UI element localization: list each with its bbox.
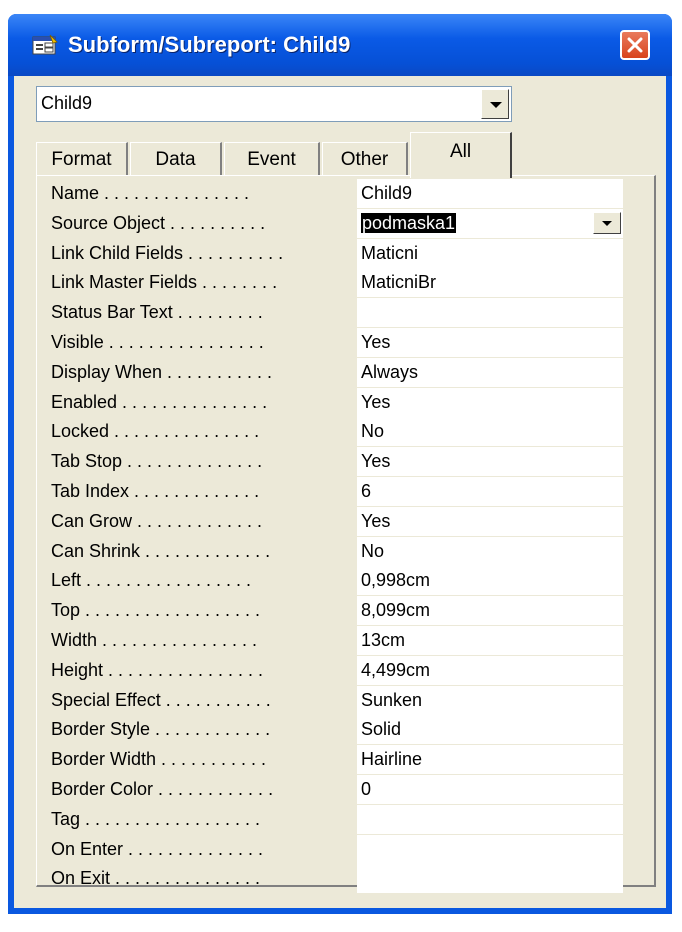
property-row: Width . . . . . . . . . . . . . . . . 13c… [37, 626, 637, 656]
property-row: Status Bar Text . . . . . . . . . [37, 298, 637, 328]
property-label: On Enter . . . . . . . . . . . . . . [51, 838, 264, 859]
property-row: Name . . . . . . . . . . . . . . . Child9 [37, 179, 637, 209]
property-label: Enabled . . . . . . . . . . . . . . . [51, 391, 268, 412]
property-value-field[interactable]: 0 [357, 775, 623, 804]
property-row: Border Width . . . . . . . . . . . Hairli… [37, 745, 637, 775]
property-value-text: podmaska1 [361, 212, 457, 233]
property-value-field[interactable]: 8,099cm [357, 596, 623, 626]
property-value-field[interactable]: podmaska1 [357, 208, 623, 238]
property-row: Left . . . . . . . . . . . . . . . . . 0,… [37, 566, 637, 596]
property-value-field[interactable] [357, 864, 623, 894]
object-selector-dropdown[interactable]: Child9 [36, 86, 512, 122]
tab-other[interactable]: Other [322, 142, 408, 176]
tab-other-label: Other [340, 149, 389, 170]
property-label: Width . . . . . . . . . . . . . . . . [51, 630, 258, 650]
property-row: Locked . . . . . . . . . . . . . . . No [37, 417, 637, 447]
property-row: Tag . . . . . . . . . . . . . . . . . . [37, 804, 637, 835]
property-label: Special Effect . . . . . . . . . . . [51, 689, 271, 710]
property-label: Left . . . . . . . . . . . . . . . . . [51, 570, 252, 591]
property-row: Special Effect . . . . . . . . . . . Sunk… [37, 685, 637, 716]
property-row: Display When . . . . . . . . . . . Always [37, 357, 637, 388]
property-value-field[interactable] [357, 834, 623, 864]
property-label: Link Master Fields . . . . . . . . [51, 272, 278, 293]
property-label: Visible . . . . . . . . . . . . . . . . [51, 332, 264, 352]
tab-event[interactable]: Event [224, 142, 320, 176]
tab-format-label: Format [51, 149, 112, 170]
dialog-body: Child9 Format Data Event Other All Name … [14, 76, 666, 908]
property-label: Display When . . . . . . . . . . . [51, 361, 273, 382]
property-value-field[interactable]: Yes [357, 506, 623, 536]
property-sheet: Name . . . . . . . . . . . . . . . Child9… [36, 175, 656, 894]
property-row: Border Color . . . . . . . . . . . . 0 [37, 775, 637, 805]
property-value-field[interactable]: Yes [357, 447, 623, 477]
property-label: On Exit . . . . . . . . . . . . . . . [51, 868, 261, 889]
form-properties-icon [32, 34, 58, 56]
property-label: Source Object . . . . . . . . . . [51, 212, 266, 233]
properties-window: Subform/Subreport: Child9 Child9 Format … [8, 14, 672, 914]
property-value-field[interactable]: 4,499cm [357, 655, 623, 685]
tab-format[interactable]: Format [36, 142, 128, 176]
property-row: On Enter . . . . . . . . . . . . . . [37, 834, 637, 865]
property-label: Border Color . . . . . . . . . . . . [51, 779, 274, 799]
window-title: Subform/Subreport: Child9 [68, 32, 351, 57]
property-value-field[interactable] [357, 298, 623, 328]
source-object-dropdown-button[interactable] [593, 211, 621, 234]
chevron-down-icon [490, 102, 502, 108]
tab-all[interactable]: All [410, 132, 512, 178]
property-label: Border Width . . . . . . . . . . . [51, 749, 267, 770]
tab-data[interactable]: Data [130, 142, 222, 176]
property-row: Enabled . . . . . . . . . . . . . . . Yes [37, 387, 637, 418]
property-value-field[interactable]: No [357, 536, 623, 566]
tab-all-label: All [449, 141, 472, 162]
object-selector-value: Child9 [41, 93, 93, 113]
property-row: Visible . . . . . . . . . . . . . . . . Y… [37, 328, 637, 358]
property-value-field[interactable]: Solid [357, 715, 623, 745]
title-bar[interactable]: Subform/Subreport: Child9 [8, 14, 672, 76]
property-value-field[interactable]: 6 [357, 477, 623, 506]
property-label: Tag . . . . . . . . . . . . . . . . . . [51, 808, 261, 829]
property-row: On Exit . . . . . . . . . . . . . . . [37, 864, 637, 894]
property-value-field[interactable]: MaticniBr [357, 268, 623, 298]
property-value-field[interactable]: Yes [357, 387, 623, 417]
property-label: Name . . . . . . . . . . . . . . . [51, 183, 250, 203]
property-value-field[interactable]: Hairline [357, 745, 623, 775]
property-row: Height . . . . . . . . . . . . . . . . 4,… [37, 655, 637, 686]
property-value-field[interactable] [357, 804, 623, 834]
tab-data-label: Data [155, 149, 196, 170]
property-value-field[interactable]: Maticni [357, 238, 623, 268]
property-row: Top . . . . . . . . . . . . . . . . . . 8… [37, 596, 637, 626]
property-value-field[interactable]: Child9 [357, 179, 623, 208]
object-selector-dropdown-button[interactable] [481, 89, 509, 119]
property-label: Can Shrink . . . . . . . . . . . . . [51, 540, 271, 561]
tab-event-label: Event [247, 149, 296, 170]
property-value-field[interactable]: No [357, 417, 623, 447]
close-button[interactable] [620, 30, 650, 60]
property-label: Link Child Fields . . . . . . . . . . [51, 242, 284, 263]
property-row: Border Style . . . . . . . . . . . . Soli… [37, 715, 637, 745]
property-label: Top . . . . . . . . . . . . . . . . . . [51, 600, 261, 621]
property-value-field[interactable]: Always [357, 357, 623, 387]
property-row: Source Object . . . . . . . . . . podmask… [37, 208, 637, 239]
property-label: Height . . . . . . . . . . . . . . . . [51, 659, 264, 680]
property-label: Can Grow . . . . . . . . . . . . . [51, 510, 263, 531]
property-row: Link Child Fields . . . . . . . . . . Mat… [37, 238, 637, 269]
property-label: Status Bar Text . . . . . . . . . [51, 302, 263, 323]
property-value-field[interactable]: Sunken [357, 685, 623, 715]
property-row: Can Shrink . . . . . . . . . . . . . No [37, 536, 637, 567]
property-row: Tab Index . . . . . . . . . . . . . 6 [37, 477, 637, 507]
property-value-field[interactable]: Yes [357, 328, 623, 357]
property-label: Border Style . . . . . . . . . . . . [51, 719, 271, 740]
property-label: Tab Index . . . . . . . . . . . . . [51, 481, 260, 501]
property-value-field[interactable]: 13cm [357, 626, 623, 655]
property-value-field[interactable]: 0,998cm [357, 566, 623, 596]
close-icon [627, 37, 643, 53]
property-row: Can Grow . . . . . . . . . . . . . Yes [37, 506, 637, 537]
property-label: Tab Stop . . . . . . . . . . . . . . [51, 451, 263, 472]
property-tabs: Format Data Event Other All [36, 132, 656, 178]
property-label: Locked . . . . . . . . . . . . . . . [51, 421, 260, 442]
property-row: Link Master Fields . . . . . . . . Maticn… [37, 268, 637, 298]
property-row: Tab Stop . . . . . . . . . . . . . . Yes [37, 447, 637, 477]
chevron-down-icon [602, 220, 612, 226]
